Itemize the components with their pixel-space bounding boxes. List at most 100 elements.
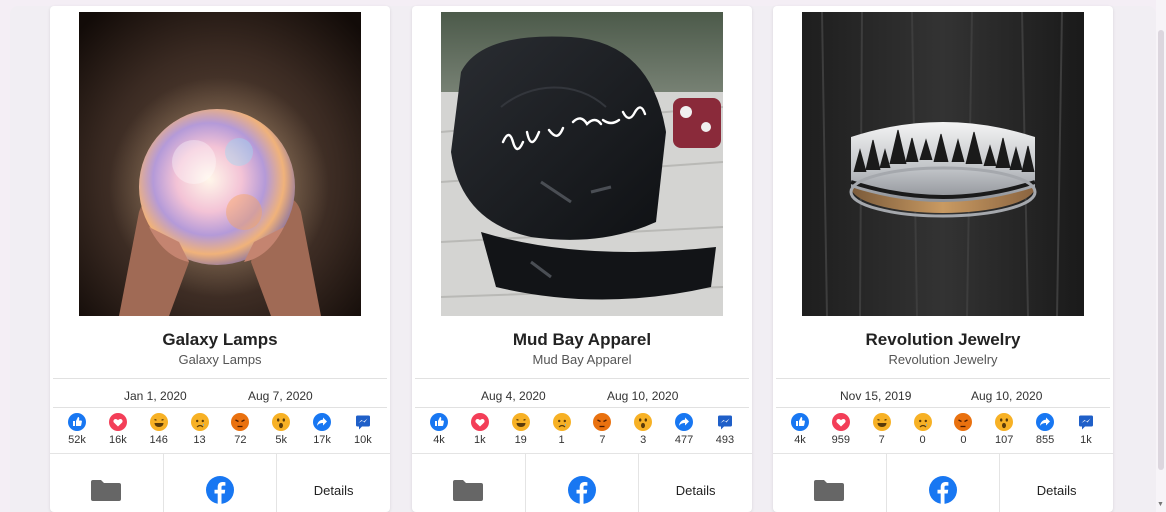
end-date: Aug 10, 2020 (607, 389, 679, 403)
reaction-count: 855 (1035, 434, 1055, 446)
card-title: Galaxy Lamps (162, 330, 278, 349)
reaction-haha: 7 (863, 413, 901, 453)
ad-image[interactable] (802, 12, 1084, 316)
details-button[interactable]: Details (639, 454, 752, 512)
reaction-count: 7 (599, 434, 606, 446)
comment-icon (1078, 415, 1093, 430)
angry-icon (593, 413, 612, 431)
card-subtitle: Revolution Jewelry (888, 352, 998, 367)
sad-icon (552, 413, 571, 431)
love-icon (831, 413, 850, 431)
reaction-sad: 0 (904, 413, 942, 453)
scroll-down-arrow-icon[interactable]: ▼ (1157, 501, 1164, 508)
like-icon (430, 413, 448, 431)
reaction-count: 1k (1080, 434, 1092, 446)
details-label: Details (313, 482, 354, 498)
end-date: Aug 7, 2020 (248, 389, 313, 403)
card-subtitle: Galaxy Lamps (178, 352, 262, 367)
ad-image[interactable] (441, 12, 723, 316)
facebook-icon (568, 476, 596, 504)
love-icon (108, 413, 127, 431)
sad-icon (913, 413, 932, 431)
reaction-share: 17k (303, 413, 341, 453)
divider (53, 378, 387, 379)
card-title: Revolution Jewelry (865, 330, 1021, 349)
dog-mom-cap-image (441, 12, 723, 316)
card-actions: Details (50, 453, 390, 512)
share-icon (313, 413, 332, 431)
start-date: Jan 1, 2020 (124, 389, 187, 403)
wow-icon (272, 413, 291, 431)
angry-icon (231, 413, 250, 431)
date-range: Nov 15, 2019 Aug 10, 2020 (773, 389, 1113, 405)
facebook-icon (929, 476, 957, 504)
reaction-count: 52k (68, 434, 86, 446)
facebook-button[interactable] (887, 454, 1001, 512)
date-range: Aug 4, 2020 Aug 10, 2020 (412, 389, 752, 405)
details-button[interactable]: Details (1000, 454, 1113, 512)
reaction-like: 4k (420, 413, 458, 453)
reaction-count: 17k (313, 434, 331, 446)
reaction-count: 146 (149, 434, 168, 446)
reaction-wow: 107 (985, 413, 1023, 453)
haha-icon (872, 413, 891, 431)
reaction-like: 52k (58, 413, 96, 453)
scrollbar-thumb[interactable] (1158, 30, 1164, 470)
reaction-like: 4k (781, 413, 819, 453)
date-range: Jan 1, 2020 Aug 7, 2020 (50, 389, 390, 405)
folder-button[interactable] (773, 454, 887, 512)
reaction-count: 3 (640, 434, 647, 446)
wow-icon (634, 413, 653, 431)
reaction-angry: 72 (221, 413, 259, 453)
card-actions: Details (773, 453, 1113, 512)
details-label: Details (1036, 482, 1077, 498)
reaction-stats: 4k 1k 19 1 7 3 477 493 (420, 413, 744, 453)
reaction-haha: 146 (140, 413, 178, 453)
reaction-comment: 1k (1067, 413, 1105, 453)
divider (776, 407, 1110, 408)
reaction-wow: 5k (262, 413, 300, 453)
ad-card: Galaxy Lamps Galaxy Lamps Jan 1, 2020 Au… (50, 6, 390, 512)
details-button[interactable]: Details (277, 454, 390, 512)
folder-icon (453, 480, 484, 501)
reaction-sad: 13 (181, 413, 219, 453)
wow-icon (995, 413, 1014, 431)
folder-button[interactable] (50, 454, 164, 512)
like-icon (68, 413, 86, 431)
reaction-love: 16k (99, 413, 137, 453)
reaction-count: 4k (794, 434, 806, 446)
facebook-button[interactable] (526, 454, 640, 512)
reaction-count: 0 (919, 434, 926, 446)
reaction-count: 1k (474, 434, 486, 446)
reaction-sad: 1 (543, 413, 581, 453)
vertical-scrollbar[interactable]: ▼ (1156, 0, 1166, 512)
reaction-count: 477 (674, 434, 694, 446)
ad-image[interactable] (79, 12, 361, 316)
reaction-count: 5k (275, 434, 288, 446)
reaction-share: 855 (1026, 413, 1064, 453)
love-icon (470, 413, 489, 431)
folder-button[interactable] (412, 454, 526, 512)
start-date: Nov 15, 2019 (840, 389, 912, 403)
reaction-count: 72 (234, 434, 247, 446)
reaction-count: 16k (108, 434, 127, 446)
reaction-count: 7 (878, 434, 885, 446)
galaxy-lamp-image (79, 12, 361, 316)
reaction-count: 13 (193, 434, 206, 446)
end-date: Aug 10, 2020 (971, 389, 1043, 403)
reaction-haha: 19 (502, 413, 540, 453)
reaction-count: 493 (715, 434, 735, 446)
card-actions: Details (412, 453, 752, 512)
divider (415, 378, 749, 379)
reaction-count: 959 (831, 434, 851, 446)
reaction-wow: 3 (624, 413, 662, 453)
reaction-count: 0 (960, 434, 967, 446)
reaction-count: 19 (514, 434, 527, 446)
share-icon (1036, 413, 1055, 431)
reaction-angry: 7 (583, 413, 621, 453)
card-subtitle: Mud Bay Apparel (532, 352, 632, 367)
reaction-count: 10k (354, 434, 372, 446)
haha-icon (511, 413, 530, 431)
facebook-button[interactable] (164, 454, 278, 512)
folder-icon (91, 480, 122, 501)
